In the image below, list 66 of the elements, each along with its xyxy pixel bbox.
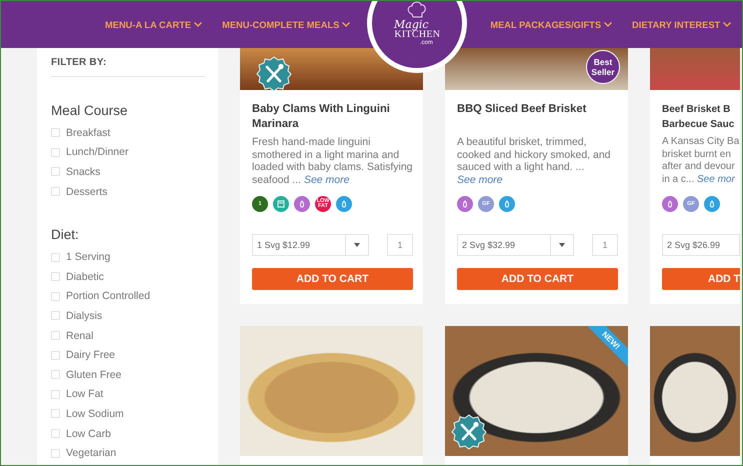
product-description: A Kansas City Ba brisket burnt en after and devour in a c... See mor [662,136,740,186]
filter-option-label[interactable]: Diabetic [66,270,104,283]
utensils-badge-icon [451,414,487,450]
chevron-down-icon [194,22,202,27]
filter-option-label[interactable]: Low Sodium [66,408,124,420]
checkbox[interactable] [51,187,60,196]
see-more-link[interactable]: See more [457,174,503,186]
filter-option-label[interactable]: Breakfast [66,126,110,139]
caret-icon [559,243,565,247]
checkbox[interactable] [51,128,60,138]
product-description: A beautiful brisket, trimmed, cooked and hickory smoked, and sauced with a light hand. ... See more [457,136,612,186]
filter-option-label[interactable]: Desserts [66,186,108,198]
checkbox[interactable] [51,272,60,282]
serving-select[interactable]: 2 Svg $32.99 [457,234,574,256]
filter-option-label[interactable]: Low Carb [66,428,111,440]
filter-option-label[interactable]: Dairy Free [66,349,116,362]
product-description: Fresh hand-made linguini smothered in a light marina and loaded with baby clams. Satisfying seafood ... See more [252,136,413,186]
chevron-down-icon [723,22,732,27]
chevron-down-icon [604,22,612,27]
filter-option-label[interactable]: Dialysis [66,310,102,322]
see-more-link[interactable]: See mor [697,174,735,184]
filter-option-label[interactable]: Renal [66,330,94,342]
checkbox[interactable] [51,292,60,301]
checkbox[interactable] [51,390,60,399]
product-title[interactable]: BBQ Sliced Beef Brisket [457,102,618,132]
serving-select[interactable]: 2 Svg $26.99 [662,234,740,256]
checkbox[interactable] [51,409,60,418]
checkbox[interactable] [51,429,60,438]
filter-option-label[interactable]: Lunch/Dinner [66,146,128,158]
utensils-badge-icon [256,56,292,92]
checkbox[interactable] [51,331,60,340]
filter-option-label[interactable]: Gluten Free [66,368,122,381]
filter-title: FILTER BY: [51,54,205,77]
checkbox[interactable] [51,148,60,157]
checkbox[interactable] [51,350,60,360]
best-seller-badge: Best Seller [586,50,620,84]
checkbox[interactable] [51,167,60,176]
nav-menu-link[interactable]: DIETARY INTEREST [632,20,732,30]
add-to-cart-button[interactable]: ADD T [662,268,740,290]
product-title[interactable]: Beef Brisket B Barbecue Sauc [662,102,740,132]
checkbox[interactable] [51,252,60,262]
caret-icon [354,243,360,247]
logo-wordmark: KITCHEN [394,30,440,40]
chevron-down-icon [342,22,350,27]
checkbox[interactable] [51,370,60,380]
nav-menu-link[interactable]: MEAL PACKAGES/GIFTS [490,20,612,30]
quantity-field[interactable]: 1 [592,234,618,256]
product-title[interactable]: Baby Clams With Linguini Marinara [252,102,413,132]
filter-group-heading: Diet: [51,227,80,242]
filter-option-label[interactable]: Snacks [66,166,100,178]
quantity-field[interactable]: 1 [387,234,413,256]
checkbox[interactable] [51,311,60,320]
nav-menu-link[interactable]: MENU-COMPLETE MEALS [222,20,350,30]
see-more-link[interactable]: See more [304,174,350,186]
add-to-cart-button[interactable]: ADD TO CART [252,268,413,290]
filter-option-label[interactable]: 1 Serving [66,251,110,264]
filter-group-heading: Meal Course [51,103,129,118]
nav-menu-link[interactable]: MENU-A LA CARTE [105,20,202,30]
serving-select[interactable]: 1 Svg $12.99 [252,234,369,256]
checkbox[interactable] [51,448,60,458]
logo-script-text: Magic [394,19,429,30]
filter-option-label[interactable]: Low Fat [66,388,104,400]
filter-option-label[interactable]: Vegetarian [66,447,116,460]
add-to-cart-button[interactable]: ADD TO CART [457,268,618,290]
chef-hat-icon [406,1,428,18]
filter-option-label[interactable]: Portion Controlled [66,290,150,302]
